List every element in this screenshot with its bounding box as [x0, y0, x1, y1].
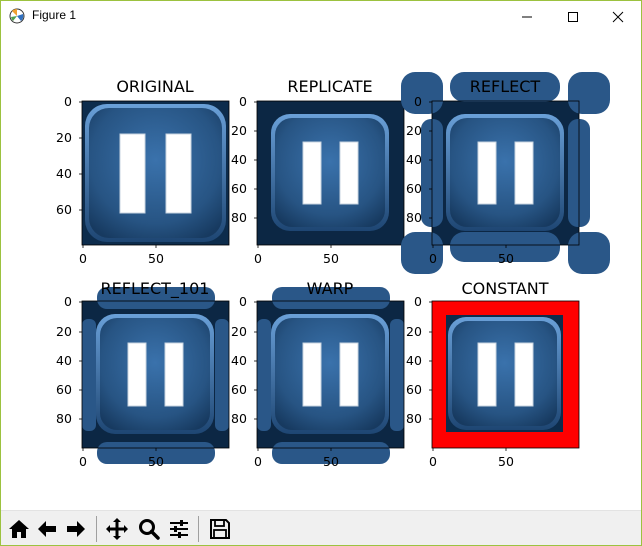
ytick-label: 20 [406, 123, 422, 138]
ytick-label: 60 [56, 202, 72, 217]
subplot-title-warp: WARP [306, 279, 354, 298]
xtick-label: 50 [498, 251, 514, 266]
maximize-icon [568, 12, 578, 22]
subplot-title-replicate: REPLICATE [287, 77, 373, 96]
ytick-label: 60 [406, 382, 422, 397]
ytick-label: 0 [239, 294, 247, 309]
xtick-label: 0 [254, 251, 262, 266]
back-button[interactable] [35, 517, 59, 541]
subplot-replicate [256, 100, 405, 246]
pan-move-icon [106, 518, 128, 540]
subplot-reflect-101 [81, 287, 230, 464]
close-button[interactable] [595, 1, 641, 32]
home-icon [9, 520, 29, 538]
pause-bar-left [119, 133, 146, 214]
pause-bar-right [165, 133, 192, 214]
matplotlib-app-icon [9, 8, 25, 24]
subplot-title-reflect-101: REFLECT_101 [100, 279, 210, 298]
save-floppy-icon [210, 519, 230, 539]
ytick-label: 40 [56, 166, 72, 181]
ytick-label: 0 [239, 94, 247, 109]
ytick-label: 60 [231, 181, 247, 196]
close-icon [612, 11, 624, 23]
home-button[interactable] [7, 517, 31, 541]
xtick-label: 50 [323, 454, 339, 469]
xtick-label: 0 [429, 251, 437, 266]
ytick-label: 80 [231, 411, 247, 426]
back-arrow-icon [38, 521, 56, 537]
pan-button[interactable] [105, 517, 129, 541]
xtick-label: 50 [148, 454, 164, 469]
forward-button[interactable] [64, 517, 88, 541]
ytick-label: 20 [56, 130, 72, 145]
ytick-label: 20 [56, 324, 72, 339]
window-title: Figure 1 [32, 8, 77, 22]
ytick-label: 40 [406, 152, 422, 167]
subplot-constant [431, 300, 580, 449]
xtick-label: 0 [79, 454, 87, 469]
figure-window: Figure 1 ORIGINAL REPLICATE REFLECT REFL… [0, 0, 642, 546]
ytick-label: 80 [406, 411, 422, 426]
ytick-label: 0 [414, 94, 422, 109]
minimize-icon [522, 16, 532, 18]
ytick-label: 20 [406, 324, 422, 339]
xtick-label: 0 [429, 454, 437, 469]
ytick-label: 60 [231, 382, 247, 397]
ytick-label: 80 [231, 210, 247, 225]
ytick-label: 20 [231, 324, 247, 339]
ytick-label: 40 [406, 353, 422, 368]
forward-arrow-icon [67, 521, 85, 537]
subplot-title-original: ORIGINAL [116, 77, 194, 96]
ytick-label: 40 [231, 353, 247, 368]
ytick-label: 40 [56, 353, 72, 368]
ytick-label: 60 [56, 382, 72, 397]
xtick-label: 50 [498, 454, 514, 469]
ytick-label: 0 [64, 294, 72, 309]
figure-canvas[interactable]: ORIGINAL REPLICATE REFLECT REFLECT_101 W… [1, 32, 641, 510]
ytick-label: 20 [231, 123, 247, 138]
ytick-label: 0 [64, 94, 72, 109]
subplot-original [81, 100, 230, 246]
xtick-label: 0 [79, 251, 87, 266]
subplot-title-constant: CONSTANT [461, 279, 549, 298]
subplots-config-icon [170, 520, 188, 538]
ytick-label: 0 [414, 294, 422, 309]
subplot-warp [256, 287, 405, 464]
zoom-magnifier-icon [139, 519, 160, 540]
ytick-label: 40 [231, 152, 247, 167]
subplot-reflect [401, 72, 610, 274]
toolbar-separator [96, 516, 97, 542]
toolbar-separator [198, 516, 199, 542]
configure-subplots-button[interactable] [167, 517, 191, 541]
xtick-label: 0 [254, 454, 262, 469]
xtick-label: 50 [148, 251, 164, 266]
xtick-label: 50 [323, 251, 339, 266]
navigation-toolbar [1, 510, 641, 545]
ytick-label: 80 [56, 411, 72, 426]
title-bar[interactable]: Figure 1 [1, 1, 641, 32]
zoom-button[interactable] [137, 517, 161, 541]
ytick-label: 80 [406, 210, 422, 225]
save-button[interactable] [208, 517, 232, 541]
subplot-title-reflect: REFLECT [469, 77, 541, 96]
minimize-button[interactable] [504, 1, 550, 32]
maximize-button[interactable] [550, 1, 596, 32]
ytick-label: 60 [406, 181, 422, 196]
